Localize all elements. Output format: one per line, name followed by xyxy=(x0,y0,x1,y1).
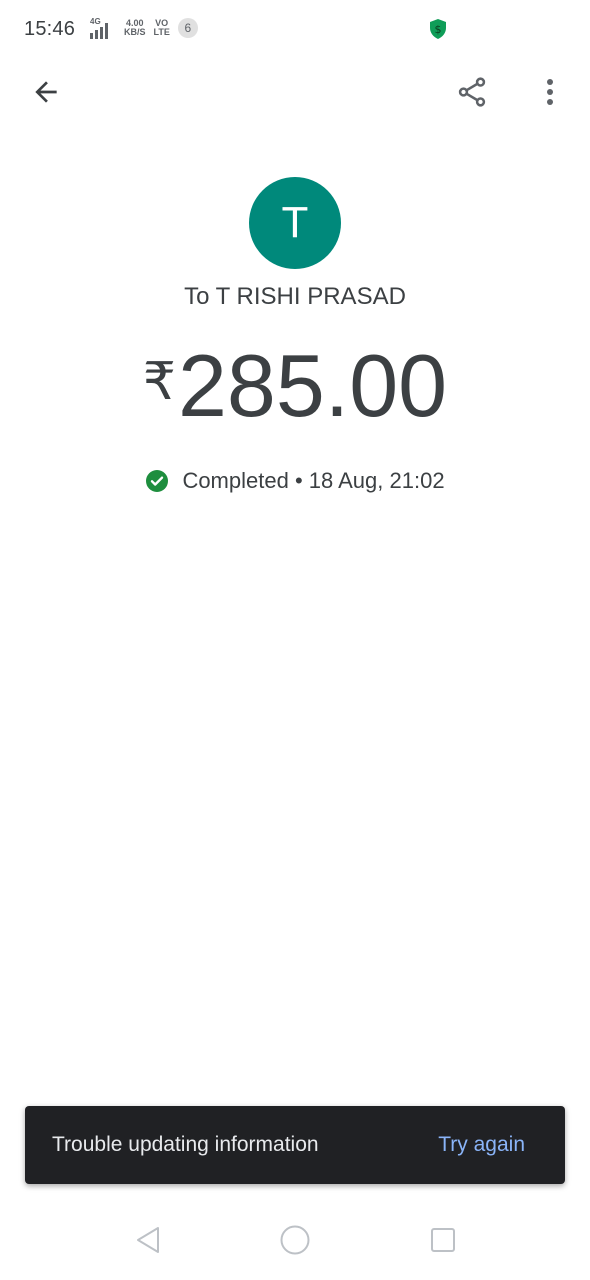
arrow-back-icon xyxy=(35,81,57,103)
status-icons: 4G 4.00 KB/S VO LTE 6 xyxy=(88,17,198,39)
try-again-button[interactable]: Try again xyxy=(438,1133,525,1157)
more-options-button[interactable] xyxy=(526,68,574,116)
back-button[interactable] xyxy=(22,68,70,116)
transaction-datetime: 18 Aug, 21:02 xyxy=(308,468,445,493)
square-recents-icon xyxy=(431,1228,455,1252)
volte-indicator: VO LTE xyxy=(154,19,170,37)
network-speed-unit: KB/S xyxy=(124,27,146,37)
circle-home-icon xyxy=(280,1225,310,1255)
app-bar xyxy=(0,60,590,124)
more-vert-icon xyxy=(547,79,553,105)
nav-back-button[interactable] xyxy=(132,1224,164,1256)
snackbar-message: Trouble updating information xyxy=(52,1133,319,1156)
nav-home-button[interactable] xyxy=(279,1224,311,1256)
amount-value: 285.00 xyxy=(177,336,448,435)
check-circle-icon xyxy=(146,470,169,492)
signal-strength-icon: 4G xyxy=(88,17,116,39)
status-separator: • xyxy=(288,468,309,493)
notification-count-badge: 6 xyxy=(177,18,198,38)
nav-recents-button[interactable] xyxy=(427,1224,459,1256)
network-speed: 4.00 KB/S xyxy=(124,19,146,37)
status-time: 15:46 xyxy=(24,18,76,40)
shield-dollar-icon: $ xyxy=(430,19,446,39)
avatar: T xyxy=(249,177,341,269)
snackbar: Trouble updating information Try again xyxy=(25,1106,565,1184)
transaction-detail-screen: 15:46 4G 4.00 KB/S VO LTE 6 $ T To T RIS… xyxy=(0,0,590,1280)
svg-text:$: $ xyxy=(435,23,442,36)
status-label: Completed xyxy=(182,468,289,493)
amount-display: ₹ 285.00 xyxy=(0,338,590,434)
system-navigation-bar xyxy=(0,1200,590,1280)
triangle-back-icon xyxy=(137,1227,159,1253)
volte-bottom: LTE xyxy=(153,27,170,37)
recipient-name: To T RISHI PRASAD xyxy=(184,283,406,310)
share-button[interactable] xyxy=(448,68,496,116)
status-bar: 15:46 4G 4.00 KB/S VO LTE 6 $ xyxy=(0,0,590,60)
transaction-status: Completed • 18 Aug, 21:02 xyxy=(0,468,590,494)
currency-symbol: ₹ xyxy=(142,353,176,411)
share-icon xyxy=(458,77,486,107)
